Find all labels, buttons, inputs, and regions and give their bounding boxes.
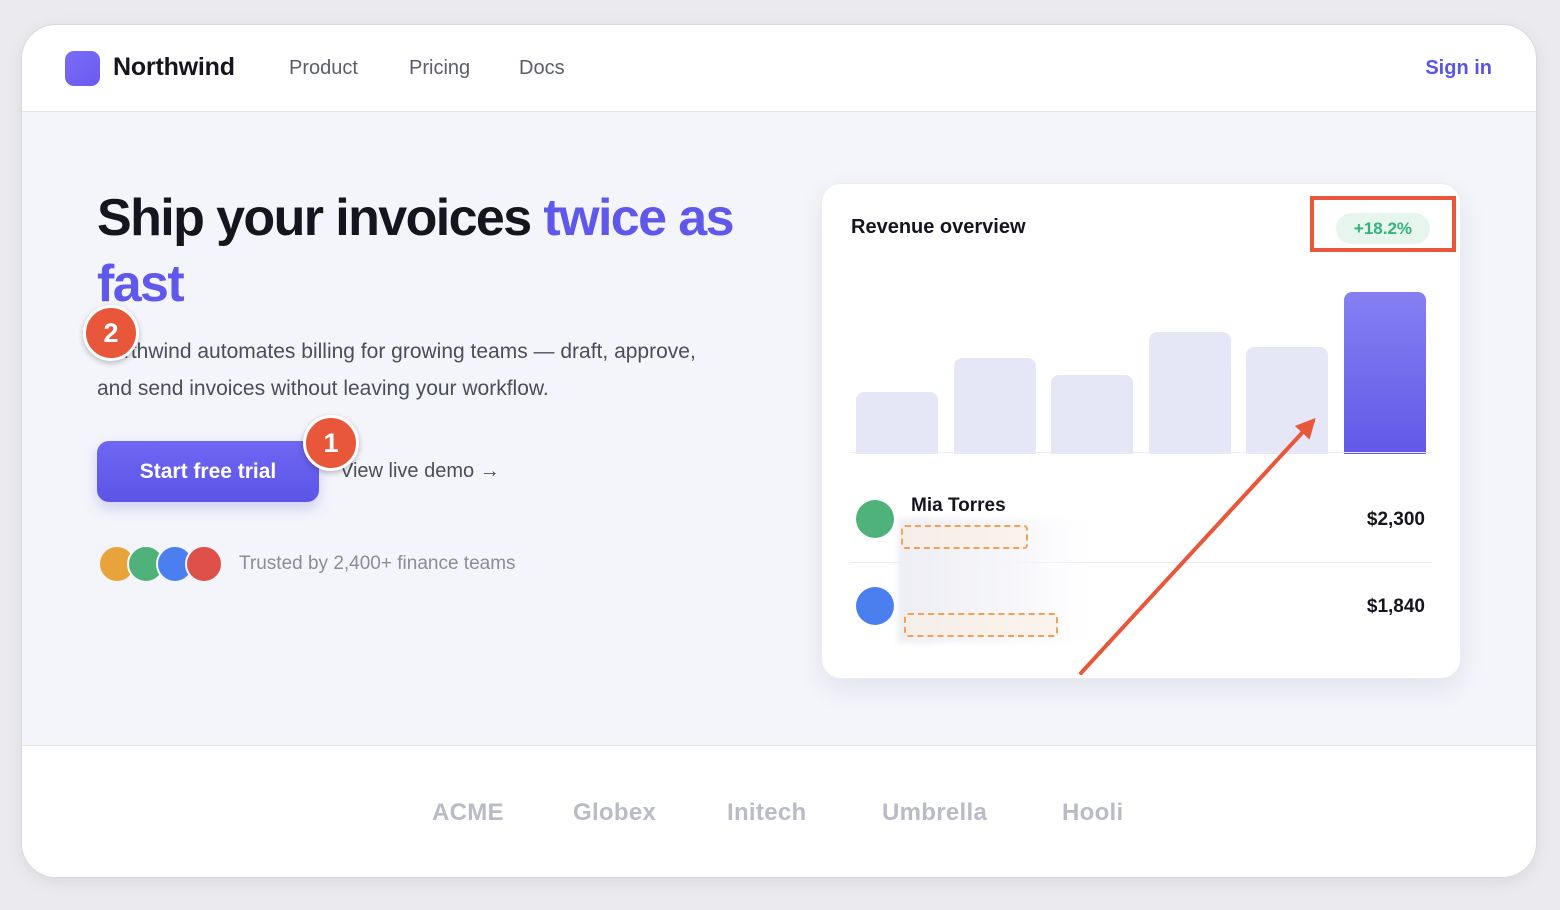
view-live-demo-link[interactable]: View live demo → (340, 460, 500, 483)
revenue-bar (1051, 375, 1134, 454)
hero-headline: Ship your invoices twice as fast (97, 185, 797, 317)
customer-avatar-dot (856, 587, 894, 625)
customer-amount: $2,300 (1366, 509, 1425, 530)
chart-baseline (850, 452, 1432, 453)
logo-umbrella: Umbrella (882, 799, 988, 826)
avatar (185, 545, 223, 583)
start-free-trial-button[interactable]: Start free trial (97, 441, 319, 502)
sign-in-link[interactable]: Sign in (1425, 57, 1492, 80)
logo-acme: ACME (432, 799, 504, 826)
trusted-by-text: Trusted by 2,400+ finance teams (239, 553, 516, 574)
revenue-bar (856, 392, 938, 454)
customer-name: Mia Torres (911, 495, 1006, 516)
nav-link-docs[interactable]: Docs (519, 57, 565, 80)
revenue-bar (953, 358, 1036, 454)
revenue-overview-card: Revenue overview +18.2% Mia Torres $2,30… (821, 183, 1461, 679)
headline-main: Ship your invoices (97, 189, 544, 247)
browser-frame: Northwind Product Pricing Docs Sign in S… (22, 25, 1536, 877)
revenue-bar-chart (850, 284, 1432, 454)
annotation-marker-1: 1 (303, 415, 359, 471)
logo-hooli: Hooli (1062, 799, 1124, 826)
card-title: Revenue overview (851, 216, 1026, 238)
logo-globex: Globex (573, 799, 657, 826)
customer-avatar-dot (856, 500, 894, 538)
logo-initech: Initech (727, 799, 807, 826)
annotation-highlight-box (1310, 196, 1456, 252)
annotation-dashed-box (904, 613, 1058, 637)
hero-subtext: Northwind automates billing for growing … (97, 340, 696, 400)
brand-name[interactable]: Northwind (113, 53, 235, 82)
revenue-bar (1246, 347, 1329, 454)
nav-link-product[interactable]: Product (289, 57, 358, 80)
customer-amount: $1,840 (1366, 596, 1425, 617)
revenue-bar (1148, 332, 1231, 454)
revenue-bar (1344, 292, 1426, 454)
northwind-logo-icon[interactable] (65, 51, 100, 86)
customer-logos-strip: ACME Globex Initech Umbrella Hooli (22, 745, 1536, 877)
top-nav: Northwind Product Pricing Docs Sign in (22, 25, 1536, 112)
annotation-dashed-box (901, 525, 1028, 549)
annotation-marker-2: 2 (83, 305, 139, 361)
avatar-stack (98, 545, 228, 583)
nav-link-pricing[interactable]: Pricing (409, 57, 470, 80)
